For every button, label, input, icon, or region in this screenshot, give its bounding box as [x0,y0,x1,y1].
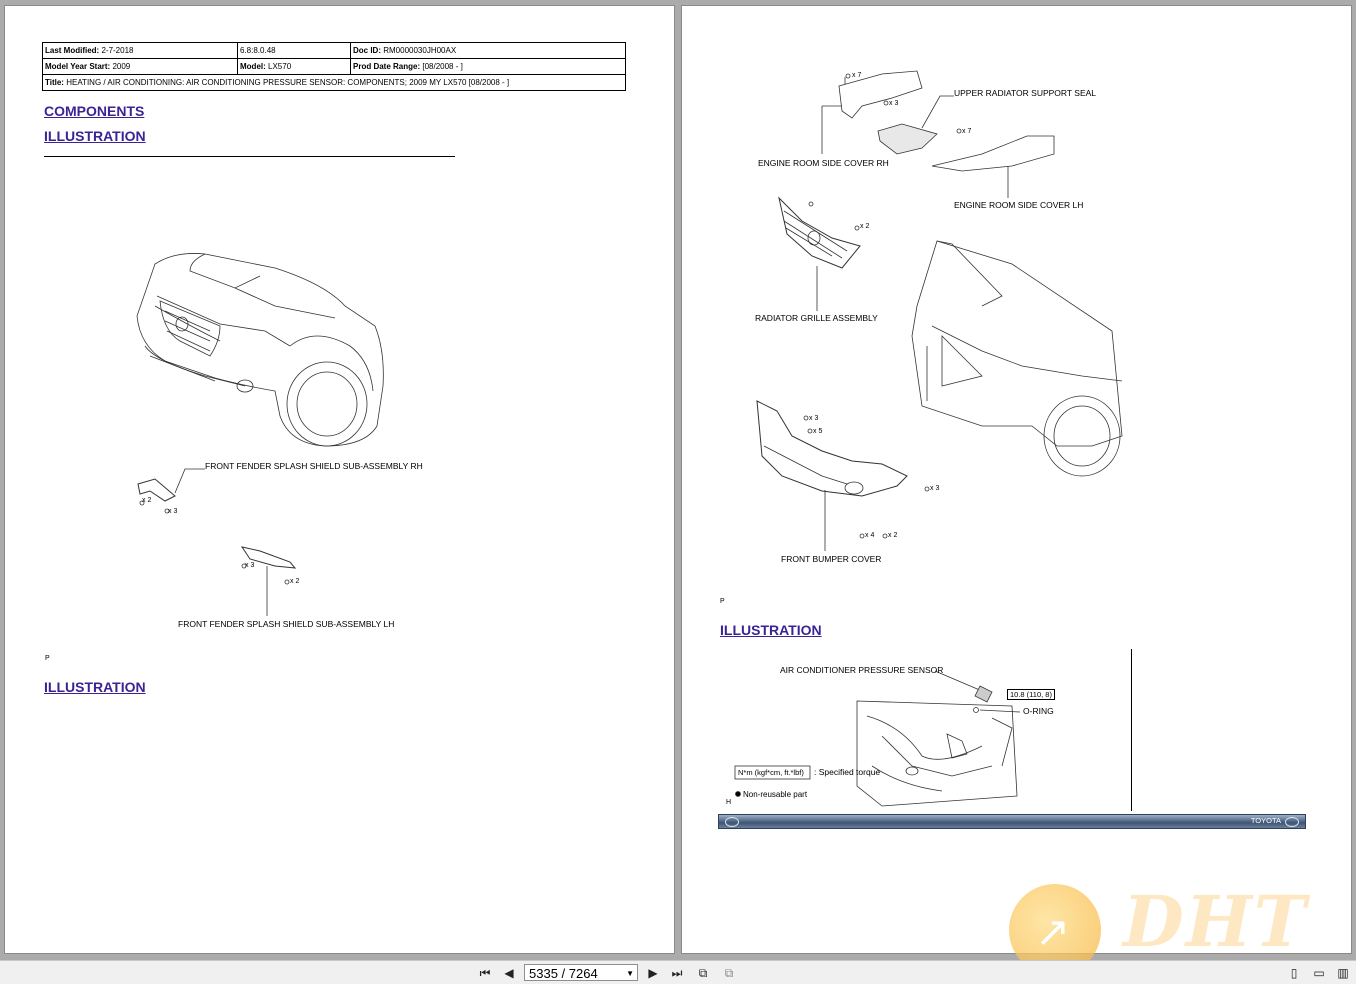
viewer-toolbar: ⏮ ◀ 5335 / 7264 ▼ ▶ ⏭ ⧉ ⧉ ▯ ▭ ▥ [0,960,1356,984]
torque-legend-box: N*m (kgf*cm, ft.*lbf) [738,768,804,777]
toyota-brand-label: TOYOTA [1250,816,1281,825]
chevron-down-icon: ▼ [626,969,634,978]
splash-rh-bolt-count-3: x 3 [168,508,178,515]
torque-value-box: 10.8 (110, 8) [1007,689,1055,700]
splash-lh-bolt-count-2: x 2 [290,578,300,585]
left-page: Last Modified: 2-7-2018 6.8:8.0.48 Doc I… [4,5,675,954]
vehicle-front-fender-drawing [136,253,384,616]
toyota-footer-bar: TOYOTA [718,814,1306,829]
toyota-emblem-icon [725,817,739,827]
continuous-view-icon[interactable]: ▭ [1311,965,1327,981]
single-page-view-icon[interactable]: ▯ [1286,965,1302,981]
torque-legend-text: : Specified torque [814,767,881,777]
go-back-icon[interactable]: ⧉ [695,965,711,981]
splash-shield-rh-label: FRONT FENDER SPLASH SHIELD SUB-ASSEMBLY … [205,461,423,471]
go-forward-icon[interactable]: ⧉ [721,965,737,981]
last-page-icon[interactable]: ⏭ [669,965,685,981]
right-page: x 7 x 3 UPPER RADIATOR SUPPORT SEAL x 7 … [681,5,1352,954]
previous-page-icon[interactable]: ◀ [501,965,517,981]
pressure-sensor-drawing [734,670,1021,807]
non-reusable-legend: Non-reusable part [743,790,808,799]
illustration-heading-2[interactable]: ILLUSTRATION [44,679,146,695]
splash-shield-lh-label: FRONT FENDER SPLASH SHIELD SUB-ASSEMBLY … [178,619,395,629]
page-marker-h: H [726,799,732,806]
o-ring-label: O-RING [1023,706,1054,716]
toyota-emblem-icon-right [1285,817,1299,827]
splash-lh-bolt-count-3: x 3 [245,562,255,569]
next-page-icon[interactable]: ▶ [645,965,661,981]
page-indicator: 5335 / 7264 [529,966,598,981]
page-marker-p: P [45,655,50,662]
page-selector[interactable]: 5335 / 7264 ▼ [524,964,638,981]
first-page-icon[interactable]: ⏮ [477,965,493,981]
splash-rh-bolt-count-2: x 2 [142,497,152,504]
two-page-view-icon[interactable]: ▥ [1335,965,1351,981]
pressure-sensor-label: AIR CONDITIONER PRESSURE SENSOR [780,665,944,675]
